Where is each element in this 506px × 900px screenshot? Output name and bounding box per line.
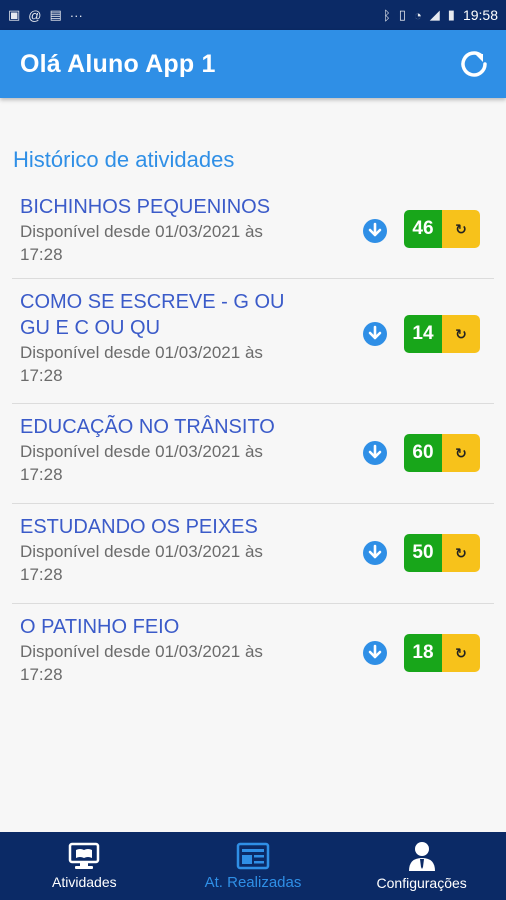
retry-button[interactable]: ↻ (442, 434, 480, 472)
wifi-icon: ◔ (413, 7, 422, 23)
section-title: Histórico de atividades (13, 147, 235, 172)
score-badge: 50 ↻ (404, 534, 480, 572)
score-badge: 60 ↻ (404, 434, 480, 472)
retry-button[interactable]: ↻ (442, 534, 480, 572)
bottom-nav: Atividades At. Realizadas Configurações (0, 832, 506, 900)
battery-icon: ▮ (447, 7, 455, 22)
download-icon[interactable] (362, 640, 388, 666)
activity-item[interactable]: O PATINHO FEIO Disponível desde 01/03/20… (12, 604, 494, 704)
score-value: 14 (404, 315, 442, 353)
nav-at-realizadas[interactable]: At. Realizadas (169, 832, 338, 900)
status-bar: ▣ @ ▤ ··· ᛒ ▯ ◔ ◢ ▮ 19:58 (0, 0, 506, 30)
retry-button[interactable]: ↻ (442, 634, 480, 672)
download-icon[interactable] (362, 540, 388, 566)
activity-title: ESTUDANDO OS PEIXES (20, 516, 258, 538)
score-badge: 14 ↻ (404, 315, 480, 353)
bluetooth-icon: ᛒ (382, 7, 391, 23)
score-value: 50 (404, 534, 442, 572)
gallery-icon: ▤ (49, 7, 62, 22)
status-time: 19:58 (462, 7, 498, 23)
more-icon: ··· (69, 7, 83, 23)
activity-subtitle: Disponível desde 01/03/2021 às 17:28 (20, 642, 263, 684)
image-icon: ▣ (8, 7, 21, 22)
score-badge: 46 ↻ (404, 210, 480, 248)
activity-title: EDUCAÇÃO NO TRÂNSITO (20, 416, 275, 438)
retry-icon: ↻ (455, 444, 467, 461)
activity-item[interactable]: BICHINHOS PEQUENINOS Disponível desde 01… (12, 184, 494, 279)
activity-title: BICHINHOS PEQUENINOS (20, 196, 271, 218)
activity-title: COMO SE ESCREVE - G OU GU E C OU QU (20, 291, 285, 339)
activity-subtitle: Disponível desde 01/03/2021 às 17:28 (20, 222, 263, 264)
retry-button[interactable]: ↻ (442, 210, 480, 248)
activity-item[interactable]: EDUCAÇÃO NO TRÂNSITO Disponível desde 01… (12, 404, 494, 504)
status-right: ᛒ ▯ ◔ ◢ ▮ 19:58 (383, 7, 498, 23)
monitor-book-icon (69, 842, 100, 869)
retry-icon: ↻ (455, 220, 467, 237)
activity-subtitle: Disponível desde 01/03/2021 às 17:28 (20, 542, 263, 584)
activity-subtitle: Disponível desde 01/03/2021 às 17:28 (20, 442, 263, 484)
nav-atividades[interactable]: Atividades (0, 832, 169, 900)
score-value: 18 (404, 634, 442, 672)
nav-label: Atividades (52, 874, 117, 890)
vibrate-icon: ▯ (398, 7, 406, 22)
download-icon[interactable] (362, 440, 388, 466)
activity-subtitle: Disponível desde 01/03/2021 às 17:28 (20, 343, 263, 385)
at-icon: @ (28, 7, 42, 23)
download-icon[interactable] (362, 218, 388, 244)
nav-configuracoes[interactable]: Configurações (337, 832, 506, 900)
retry-icon: ↻ (455, 325, 467, 342)
refresh-button[interactable] (454, 44, 494, 84)
user-tie-icon (408, 842, 435, 871)
retry-icon: ↻ (455, 544, 467, 561)
retry-icon: ↻ (455, 644, 467, 661)
download-icon[interactable] (362, 321, 388, 347)
activity-title: O PATINHO FEIO (20, 616, 180, 638)
refresh-icon (461, 51, 487, 77)
status-left: ▣ @ ▤ ··· (8, 7, 83, 23)
retry-button[interactable]: ↻ (442, 315, 480, 353)
score-value: 46 (404, 210, 442, 248)
activity-item[interactable]: ESTUDANDO OS PEIXES Disponível desde 01/… (12, 504, 494, 604)
news-list-icon (236, 842, 270, 869)
app-bar: Olá Aluno App 1 (0, 30, 506, 98)
score-value: 60 (404, 434, 442, 472)
activity-item[interactable]: COMO SE ESCREVE - G OU GU E C OU QU Disp… (12, 279, 494, 404)
signal-icon: ◢ (429, 7, 440, 22)
score-badge: 18 ↻ (404, 634, 480, 672)
activity-list: BICHINHOS PEQUENINOS Disponível desde 01… (12, 184, 494, 704)
app-title: Olá Aluno App 1 (20, 49, 216, 78)
nav-label: Configurações (376, 875, 467, 891)
nav-label: At. Realizadas (204, 873, 302, 891)
